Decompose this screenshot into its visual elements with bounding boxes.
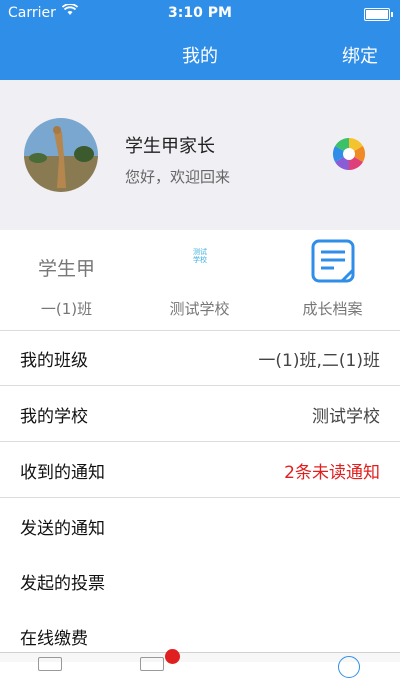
school-summary[interactable]: 测试 学校 测试学校	[133, 230, 266, 330]
menu-item-sent-notices[interactable]: 发送的通知	[0, 498, 400, 553]
growth-archive-label: 成长档案	[302, 300, 363, 318]
menu-item-my-school[interactable]: 我的学校 测试学校	[0, 386, 400, 442]
summary-row: 学生甲 一(1)班 测试 学校 测试学校 成长档案	[0, 230, 400, 331]
menu-item-label: 收到的通知	[20, 463, 105, 483]
menu-item-value: 测试学校	[312, 407, 380, 427]
status-bar: Carrier 3:10 PM	[0, 0, 400, 28]
menu-item-my-classes[interactable]: 我的班级 一(1)班,二(1)班	[0, 330, 400, 386]
school-logo-icon: 测试 学校	[189, 248, 211, 276]
unread-notice-count: 2条未读通知	[284, 463, 380, 483]
menu-item-initiated-votes[interactable]: 发起的投票	[0, 553, 400, 608]
menu-item-received-notices[interactable]: 收到的通知 2条未读通知	[0, 442, 400, 498]
bind-button[interactable]: 绑定	[342, 42, 378, 68]
battery-icon	[364, 8, 393, 21]
menu-item-label: 在线缴费	[20, 629, 88, 649]
profile-header[interactable]: 学生甲家长 您好，欢迎回来	[0, 80, 400, 230]
avatar[interactable]	[24, 118, 98, 192]
welcome-text: 您好，欢迎回来	[125, 168, 231, 186]
page-title: 我的	[182, 46, 218, 67]
school-name: 测试学校	[169, 300, 230, 318]
school-logo-line: 学校	[193, 256, 207, 264]
tab-home-icon[interactable]	[38, 657, 62, 671]
student-summary[interactable]: 学生甲 一(1)班	[0, 230, 133, 330]
document-icon	[310, 238, 356, 284]
notification-badge	[165, 649, 180, 664]
menu-item-label: 发起的投票	[20, 574, 105, 594]
aperture-icon[interactable]	[332, 137, 366, 171]
menu-list: 我的班级 一(1)班,二(1)班 我的学校 测试学校 收到的通知 2条未读通知 …	[0, 330, 400, 663]
school-logo-line: 测试	[193, 248, 207, 256]
tab-profile-icon[interactable]	[338, 656, 360, 678]
student-name: 学生甲	[37, 258, 95, 280]
status-time: 3:10 PM	[168, 5, 232, 21]
menu-item-value: 一(1)班,二(1)班	[258, 351, 380, 371]
top-bar: Carrier 3:10 PM 我的 绑定	[0, 0, 400, 80]
menu-item-label: 我的学校	[20, 407, 88, 427]
menu-item-label: 发送的通知	[20, 519, 105, 539]
growth-archive-summary[interactable]: 成长档案	[266, 230, 399, 330]
parent-name: 学生甲家长	[125, 136, 215, 157]
menu-item-label: 我的班级	[20, 351, 88, 371]
student-class: 一(1)班	[40, 300, 93, 318]
tab-messages-icon[interactable]	[140, 657, 164, 671]
